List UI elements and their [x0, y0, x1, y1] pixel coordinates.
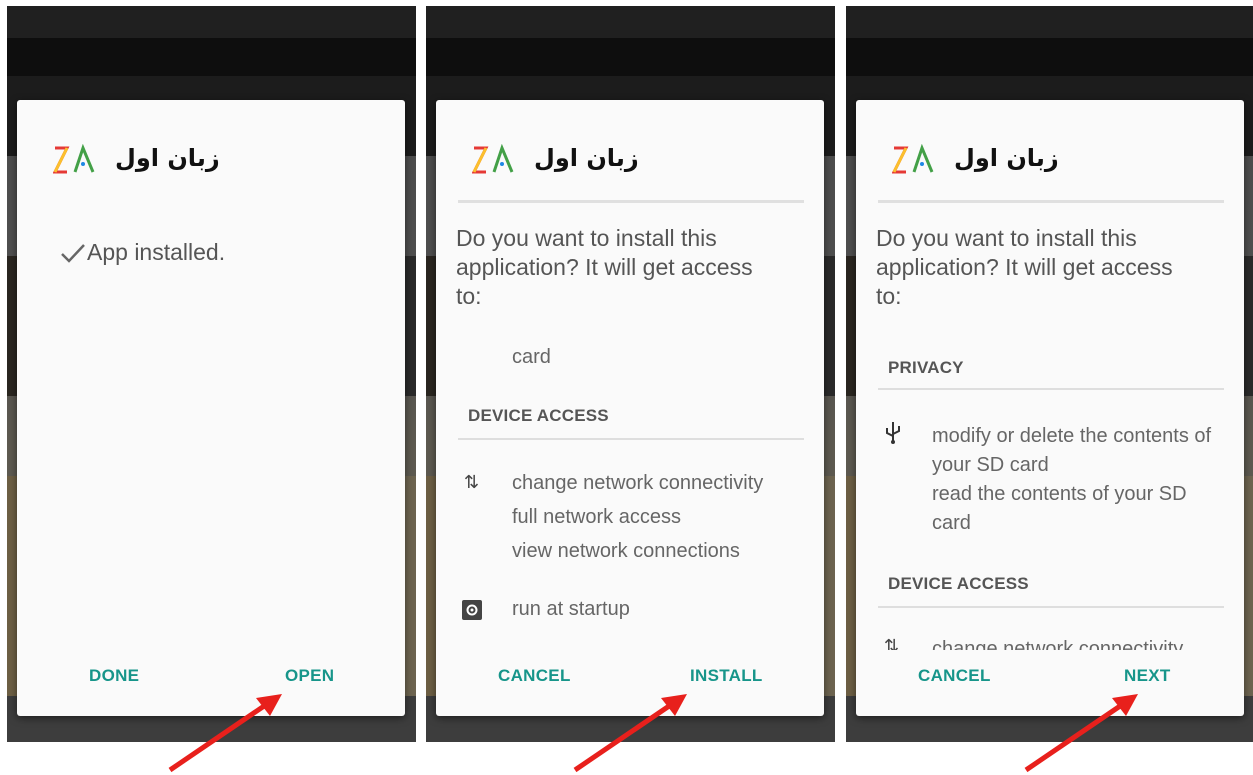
install-question: Do you want to install this application?…: [456, 225, 753, 309]
install-dialog: زبان اول Do you want to install this app…: [856, 100, 1244, 716]
permission-item: change network connectivity: [932, 638, 1184, 650]
done-button[interactable]: DONE: [89, 666, 139, 686]
cancel-button[interactable]: CANCEL: [498, 666, 571, 686]
usb-icon: [886, 422, 900, 444]
app-name: زبان اول: [115, 144, 220, 172]
section-divider: [878, 606, 1224, 608]
section-divider: [878, 388, 1224, 390]
arrow-pointer-icon: [168, 694, 282, 773]
scroll-clip: ⇅ change network connectivity: [856, 630, 1244, 650]
screen-install-prompt-privacy: زبان اول Do you want to install this app…: [846, 6, 1253, 742]
installed-dialog: زبان اول App installed. DONE OPEN: [17, 100, 405, 716]
app-logo-icon: [53, 144, 95, 174]
app-logo-icon: [472, 144, 514, 174]
permission-item: change network connectivity: [512, 472, 764, 494]
app-logo-icon: [892, 144, 934, 174]
section-device-access: DEVICE ACCESS: [888, 574, 1029, 593]
section-device-access: DEVICE ACCESS: [468, 406, 609, 425]
header-divider: [878, 200, 1224, 203]
permission-item: view network connections: [512, 540, 740, 562]
screen-install-prompt: زبان اول Do you want to install this app…: [426, 6, 835, 742]
status-bar: [846, 6, 1253, 38]
install-dialog: زبان اول Do you want to install this app…: [436, 100, 824, 716]
arrow-pointer-icon: [1024, 694, 1138, 773]
screen-installed: زبان اول App installed. DONE OPEN: [7, 6, 416, 742]
header-divider: [458, 200, 804, 203]
permission-item: full network access: [512, 506, 681, 528]
status-bar: [426, 6, 835, 38]
open-button[interactable]: OPEN: [285, 666, 334, 686]
status-bar: [7, 6, 416, 38]
install-button[interactable]: INSTALL: [690, 666, 763, 686]
app-name: زبان اول: [534, 144, 639, 172]
install-question: Do you want to install this application?…: [876, 225, 1173, 309]
app-bar: [846, 38, 1253, 76]
permission-item: run at startup: [512, 598, 630, 620]
network-arrows-icon: ⇅: [884, 636, 900, 650]
app-name: زبان اول: [954, 144, 1059, 172]
install-status: App installed.: [87, 239, 226, 265]
gear-icon: [462, 600, 482, 620]
check-icon: [61, 244, 85, 263]
next-button[interactable]: NEXT: [1124, 666, 1171, 686]
permission-item: card: [512, 346, 551, 368]
section-divider: [458, 438, 804, 440]
app-bar: [426, 38, 835, 76]
section-privacy: PRIVACY: [888, 358, 964, 377]
cancel-button[interactable]: CANCEL: [918, 666, 991, 686]
arrow-pointer-icon: [573, 694, 687, 773]
storage-permissions: modify or delete the contents of your SD…: [932, 425, 1212, 534]
app-bar: [7, 38, 416, 76]
network-arrows-icon: ⇅: [464, 472, 480, 493]
